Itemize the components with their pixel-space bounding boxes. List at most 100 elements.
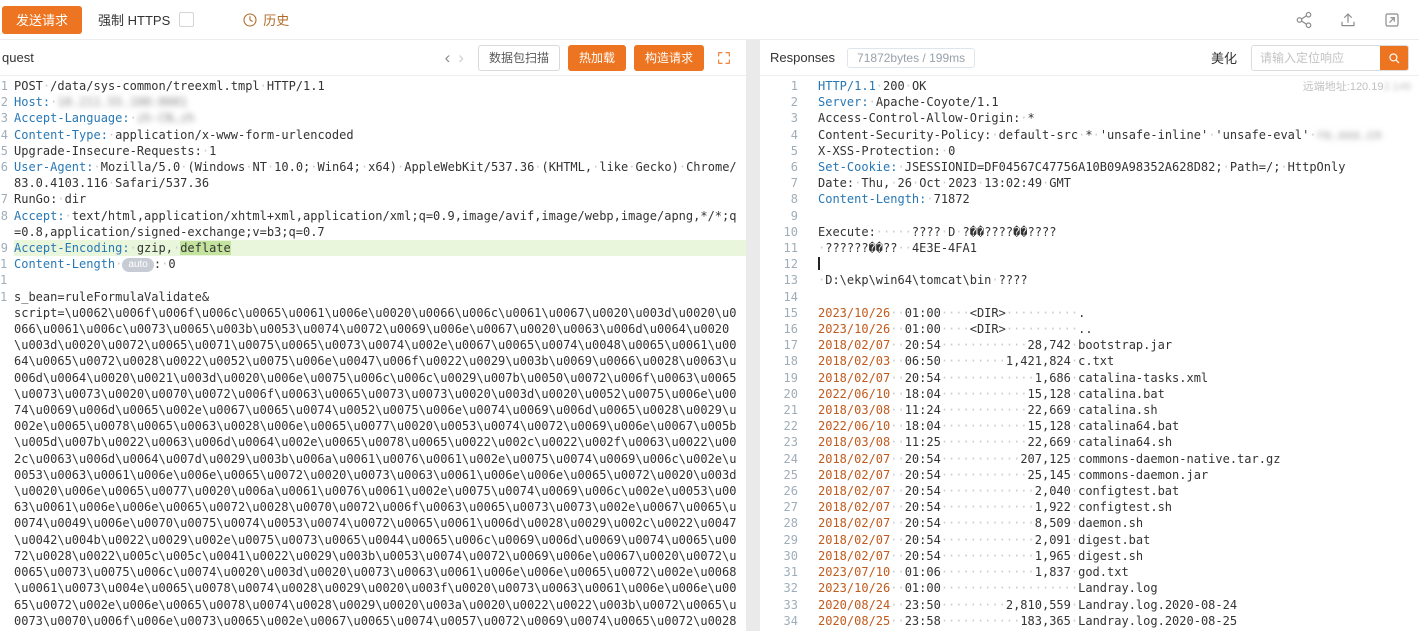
panel-splitter[interactable] [746, 40, 760, 631]
search-button[interactable] [1380, 46, 1408, 70]
code-line: 202022/06/10··18:04············15,128·ca… [760, 386, 1419, 402]
code-token: 2018/02/07 [818, 516, 890, 530]
force-https-checkbox[interactable] [179, 12, 194, 27]
construct-request-button[interactable]: 构造请求 [634, 45, 704, 71]
code-token: ·200·OK [876, 79, 927, 93]
code-token: ··01:00····<DIR>··········. [890, 306, 1085, 320]
expand-editor-button[interactable] [716, 50, 732, 66]
request-panel-header: quest ‹ › 数据包扫描 热加载 构造请求 [0, 40, 746, 76]
code-token: deflate [180, 241, 231, 255]
code-token: ··01:06·············1,837·god.txt [890, 565, 1128, 579]
line-number: 6 [0, 159, 8, 191]
beautify-button[interactable]: 美化 [1211, 48, 1237, 67]
open-external-icon[interactable] [1383, 11, 1401, 29]
line-number: 8 [760, 191, 806, 207]
hot-load-button[interactable]: 热加载 [568, 45, 626, 71]
line-number: 9 [760, 208, 806, 224]
line-number: 5 [0, 143, 8, 159]
history-next-button[interactable]: › [454, 49, 468, 66]
line-number: 27 [760, 499, 806, 515]
code-token: ··20:54·············2,091·digest.bat [890, 533, 1150, 547]
code-line: 5X-XSS-Protection:·0 [760, 143, 1419, 159]
request-panel: quest ‹ › 数据包扫描 热加载 构造请求 1 POST·/data/sys… [0, 40, 746, 631]
code-token: :·0 [154, 257, 176, 271]
response-panel-header: Responses 71872bytes / 199ms 美化 [760, 40, 1419, 76]
code-line: 6User-Agent:·Mozilla/5.0·(Windows·NT·10.… [0, 159, 746, 191]
code-token: ·71872 [926, 192, 969, 206]
line-number: 16 [760, 321, 806, 337]
line-number: 15 [760, 305, 806, 321]
code-token: ·JSESSIONID=DF04567C47756A10B09A98352A62… [897, 160, 1345, 174]
line-number: 2 [760, 94, 806, 110]
code-line: 7RunGo:·dir [0, 191, 746, 207]
share-icon[interactable] [1295, 11, 1313, 29]
force-https-label: 强制 HTTPS [98, 10, 170, 29]
code-token: 2023/10/26 [818, 306, 890, 320]
code-token: ··23:58···········183,365·Landray.log.20… [890, 614, 1237, 628]
line-number: 10 [0, 256, 8, 272]
code-line: 4Content-Security-Policy:·default-src·*·… [760, 127, 1419, 143]
responses-tab[interactable]: Responses [770, 50, 835, 65]
request-tab[interactable]: quest [2, 50, 34, 65]
code-line: 11 [0, 272, 746, 288]
line-number: 1 [0, 78, 8, 94]
search-input[interactable] [1252, 46, 1380, 70]
code-line: 232018/03/08··11:25············22,669·ca… [760, 434, 1419, 450]
code-line: 212018/03/08··11:24············22,669·ca… [760, 402, 1419, 418]
line-number: 31 [760, 564, 806, 580]
code-token: Accept-Encoding: [14, 241, 130, 255]
code-line: 292018/02/07··20:54·············2,091·di… [760, 532, 1419, 548]
line-number: 29 [760, 532, 806, 548]
code-line: 222022/06/10··18:04············15,128·ca… [760, 418, 1419, 434]
code-line: 2Server:·Apache-Coyote/1.1 [760, 94, 1419, 110]
export-icon[interactable] [1339, 11, 1357, 29]
line-number: 22 [760, 418, 806, 434]
code-line: 10Content-Length·auto:·0 [0, 256, 746, 272]
text-cursor [818, 257, 820, 270]
history-prev-button[interactable]: ‹ [441, 49, 455, 66]
code-token: Content-Security-Policy:·default-src·*·'… [818, 128, 1317, 142]
code-line: 3Access-Control-Allow-Origin:·* [760, 110, 1419, 126]
code-line: 14 [760, 289, 1419, 305]
watermark-redacted: 2.146 [1383, 81, 1411, 93]
code-token: X-XSS-Protection:·0 [818, 144, 955, 158]
line-number: 20 [760, 386, 806, 402]
code-token: POST·/data/sys-common/treexml.tmpl·HTTP/… [14, 79, 325, 93]
search-icon [1387, 51, 1401, 65]
line-number: 23 [760, 434, 806, 450]
line-number: 28 [760, 515, 806, 531]
main-split: quest ‹ › 数据包扫描 热加载 构造请求 1 POST·/data/sys… [0, 40, 1419, 631]
app-window: 发送请求 强制 HTTPS 历史 quest ‹ › 数据包扫描 热加载 构造请… [0, 0, 1419, 631]
line-number: 14 [760, 289, 806, 305]
code-line: 262018/02/07··20:54·············2,040·co… [760, 483, 1419, 499]
code-line: 252018/02/07··20:54············25,145·co… [760, 467, 1419, 483]
code-token: ·Apache-Coyote/1.1 [869, 95, 999, 109]
history-button[interactable]: 历史 [242, 10, 289, 29]
packet-scan-button[interactable]: 数据包扫描 [478, 45, 560, 71]
code-token: ·gzip,· [130, 241, 181, 255]
response-editor[interactable]: 1HTTP/1.1·200·OK2Server:·Apache-Coyote/1… [760, 78, 1419, 631]
code-line: 4Content-Type:·application/x-www-form-ur… [0, 127, 746, 143]
line-number: 26 [760, 483, 806, 499]
send-request-button[interactable]: 发送请求 [2, 6, 82, 34]
code-token: ··06:50·········1,421,824·c.txt [890, 354, 1114, 368]
redacted-text: 10.211.55.100:8081 [57, 95, 187, 109]
code-token: 2018/02/07 [818, 338, 890, 352]
line-number: 4 [0, 127, 8, 143]
code-line: 2Host:·10.211.55.100:8081 [0, 94, 746, 110]
code-token: ··20:54·············2,040·configtest.bat [890, 484, 1179, 498]
code-token: Set-Cookie: [818, 160, 897, 174]
code-token: 2020/08/25 [818, 614, 890, 628]
code-token: 2022/06/10 [818, 387, 890, 401]
code-token: ··23:50·········2,810,559·Landray.log.20… [890, 598, 1237, 612]
line-number: 7 [0, 191, 8, 207]
line-number: 6 [760, 159, 806, 175]
line-number: 9 [0, 240, 8, 256]
request-editor[interactable]: 1 POST·/data/sys-common/treexml.tmpl·HTTP… [0, 78, 746, 631]
code-token: Host: [14, 95, 50, 109]
line-number: 8 [0, 208, 8, 240]
code-line: 13·D:\ekp\win64\tomcat\bin·???? [760, 272, 1419, 288]
code-line: 7Date:·Thu,·26·Oct·2023·13:02:49·GMT [760, 175, 1419, 191]
code-token: ·D:\ekp\win64\tomcat\bin·???? [818, 273, 1028, 287]
code-token: 2023/10/26 [818, 581, 890, 595]
